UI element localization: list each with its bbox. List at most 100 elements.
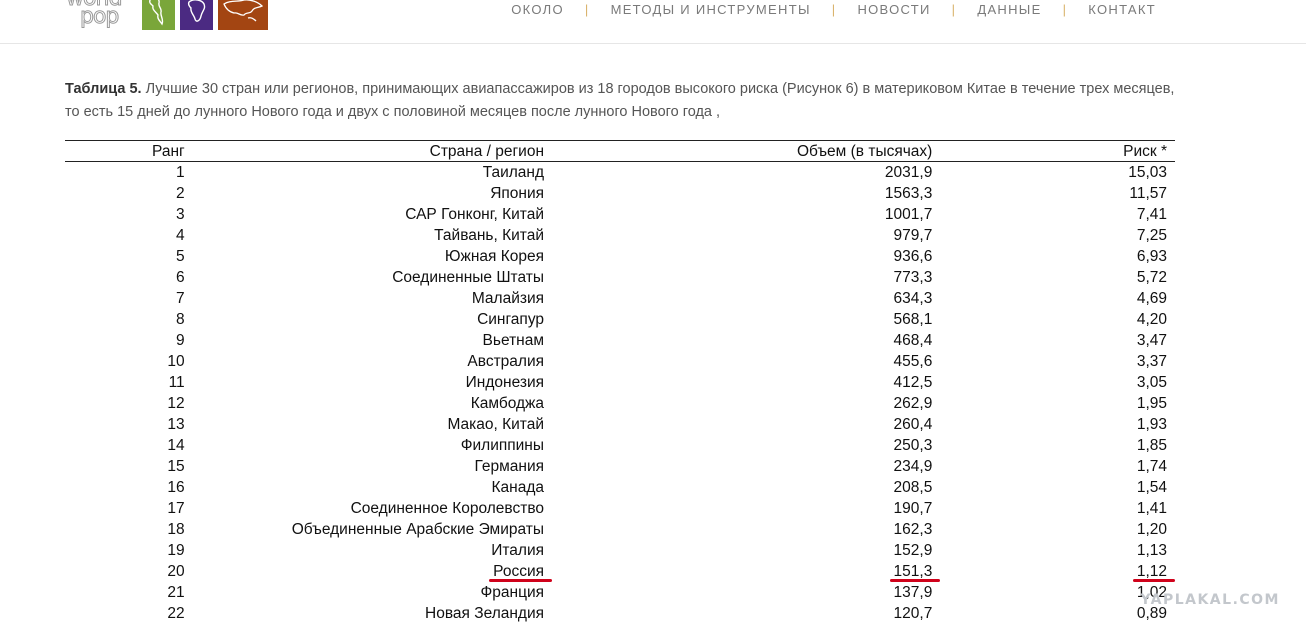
cell-risk-text: 1,13 [1136, 542, 1167, 559]
cell-risk: 7,25 [940, 225, 1175, 246]
cell-rank-text: 22 [167, 605, 185, 622]
header-country: Страна / регион [192, 140, 553, 162]
table-row: 8 Сингапур 568,1 4,20 [65, 309, 1175, 330]
cell-country-text: Индонезия [465, 374, 545, 391]
cell-rank-text: 13 [167, 416, 185, 433]
cell-risk: 1,20 [940, 519, 1175, 540]
cell-rank: 15 [65, 456, 193, 477]
cell-rank-text: 5 [176, 248, 185, 265]
cell-volume: 1001,7 [552, 204, 940, 225]
cell-risk: 15,03 [940, 162, 1175, 184]
cell-rank-text: 4 [176, 227, 185, 244]
cell-risk: 1,54 [940, 477, 1175, 498]
cell-rank: 3 [65, 204, 193, 225]
cell-rank-text: 18 [167, 521, 185, 538]
cell-country: Объединенные Арабские Эмираты [193, 519, 552, 540]
cell-volume: 260,4 [552, 414, 940, 435]
cell-risk-text: 7,41 [1136, 206, 1167, 223]
table-row: 7 Малайзия 634,3 4,69 [65, 288, 1175, 309]
cell-risk-text: 3,37 [1136, 353, 1167, 370]
highlight-underline [489, 579, 553, 582]
cell-country-text: Сингапур [477, 311, 545, 328]
table-row: 21 Франция 137,9 1,02 [65, 582, 1175, 603]
cell-rank-text: 2 [176, 185, 185, 202]
cell-risk-text: 1,74 [1136, 458, 1167, 475]
cell-volume: 773,3 [552, 267, 940, 288]
cell-country: Россия [193, 561, 553, 582]
cell-volume: 151,3 [552, 561, 941, 582]
cell-country-text: Тайвань, Китай [434, 227, 545, 244]
cell-volume-text: 234,9 [893, 458, 933, 475]
cell-volume: 936,6 [552, 246, 940, 267]
cell-risk: 1,95 [940, 393, 1175, 414]
nav-item-about[interactable]: ОКОЛО [511, 2, 564, 17]
table-row: 17 Соединенное Королевство 190,7 1,41 [65, 498, 1175, 519]
cell-rank-text: 19 [167, 542, 185, 559]
cell-rank-text: 9 [176, 332, 185, 349]
cell-rank-text: 15 [167, 458, 185, 475]
nav-item-news[interactable]: НОВОСТИ [857, 2, 930, 17]
cell-country-text: Соединенное Королевство [350, 500, 545, 517]
nav-separator: | [831, 2, 837, 17]
cell-volume: 250,3 [552, 435, 940, 456]
cell-rank: 10 [65, 351, 193, 372]
watermark: YAPLAKAL.COM [1140, 592, 1280, 608]
table-header-row: Ранг Страна / регион Объем (в тысячах) Р… [65, 140, 1175, 162]
table-row: 20 Россия 151,3 1,12 [65, 561, 1175, 582]
table-row: 18 Объединенные Арабские Эмираты 162,3 1,20 [65, 519, 1175, 540]
table-row: 5 Южная Корея 936,6 6,93 [65, 246, 1175, 267]
cell-rank-text: 6 [176, 269, 185, 286]
cell-volume: 568,1 [552, 309, 940, 330]
cell-volume-text: 773,3 [893, 269, 933, 286]
cell-country: Канада [193, 477, 552, 498]
table-row: 15 Германия 234,9 1,74 [65, 456, 1175, 477]
cell-rank-text: 12 [167, 395, 185, 412]
cell-country: Малайзия [193, 288, 552, 309]
cell-volume-text: 1001,7 [884, 206, 933, 223]
nav-item-contact[interactable]: КОНТАКТ [1088, 2, 1156, 17]
nav-item-methods[interactable]: МЕТОДЫ И ИНСТРУМЕНТЫ [611, 2, 811, 17]
cell-volume-text: 568,1 [893, 311, 933, 328]
cell-rank-text: 14 [167, 437, 185, 454]
cell-volume: 208,5 [552, 477, 940, 498]
cell-country-text: Камбоджа [470, 395, 545, 412]
table-caption-text: Лучшие 30 стран или регионов, принимающи… [65, 81, 1175, 120]
highlight-underline [1132, 579, 1175, 582]
nav-separator: | [1062, 2, 1068, 17]
cell-country: Сингапур [193, 309, 552, 330]
asia-map-icon [218, 0, 268, 30]
table-row: 9 Вьетнам 468,4 3,47 [65, 330, 1175, 351]
cell-rank: 6 [65, 267, 193, 288]
cell-risk-text: 1,85 [1136, 437, 1167, 454]
site-logo[interactable]: world pop [66, 0, 276, 30]
cell-rank: 14 [65, 435, 193, 456]
cell-volume-text: 190,7 [893, 500, 933, 517]
cell-rank: 2 [65, 183, 193, 204]
cell-risk-text: 1,93 [1136, 416, 1167, 433]
cell-risk-text: 1,20 [1136, 521, 1167, 538]
cell-risk-text: 1,95 [1136, 395, 1167, 412]
cell-risk: 5,72 [940, 267, 1175, 288]
cell-volume: 1563,3 [552, 183, 940, 204]
cell-risk: 1,85 [940, 435, 1175, 456]
cell-risk: 3,37 [940, 351, 1175, 372]
cell-country-text: Франция [480, 584, 545, 601]
cell-country: Новая Зеландия [193, 603, 552, 624]
cell-volume-text: 250,3 [893, 437, 933, 454]
table-caption-label: Таблица 5. [65, 81, 142, 97]
nav-item-data[interactable]: ДАННЫЕ [977, 2, 1041, 17]
table-row: 22 Новая Зеландия 120,7 0,89 [65, 603, 1175, 624]
cell-volume-text: 162,3 [893, 521, 933, 538]
cell-country-text: Япония [490, 185, 545, 202]
cell-rank: 1 [65, 162, 193, 184]
cell-rank: 16 [65, 477, 193, 498]
table-row: 14 Филиппины 250,3 1,85 [65, 435, 1175, 456]
cell-volume-text: 468,4 [893, 332, 933, 349]
cell-rank-text: 20 [167, 563, 185, 580]
countries-table: Ранг Страна / регион Объем (в тысячах) Р… [65, 140, 1175, 624]
table-body: 1 Таиланд 2031,9 15,03 2 Япония 1563,3 11,57 3 СА… [65, 162, 1175, 625]
cell-risk: 7,41 [940, 204, 1175, 225]
cell-country: Южная Корея [193, 246, 552, 267]
table-row: 11 Индонезия 412,5 3,05 [65, 372, 1175, 393]
cell-rank: 4 [65, 225, 193, 246]
